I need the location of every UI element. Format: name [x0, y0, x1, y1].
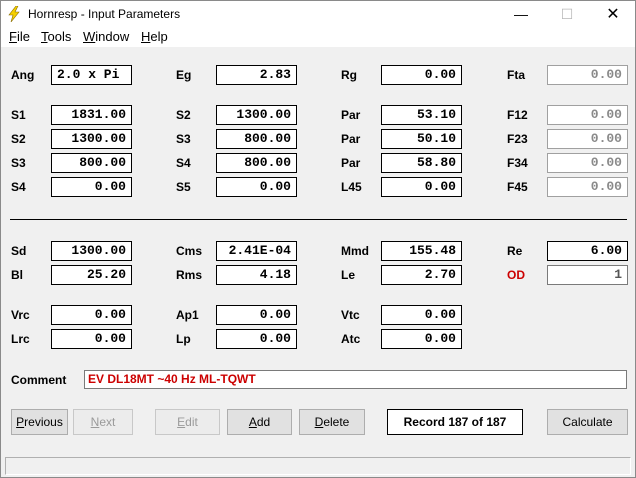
- sd-field[interactable]: 1300.00: [51, 241, 132, 261]
- label-bl: Bl: [11, 268, 23, 282]
- f34-field[interactable]: 0.00: [547, 153, 628, 173]
- f12-field[interactable]: 0.00: [547, 105, 628, 125]
- label-par-2: Par: [341, 132, 361, 146]
- minimize-icon: —: [514, 6, 528, 22]
- next-button[interactable]: Next: [73, 409, 133, 435]
- label-rg: Rg: [341, 68, 357, 82]
- label-lrc: Lrc: [11, 332, 30, 346]
- label-ang: Ang: [11, 68, 35, 82]
- le-field[interactable]: 2.70: [381, 265, 462, 285]
- status-bar: [5, 457, 631, 475]
- label-rms: Rms: [176, 268, 203, 282]
- menu-help[interactable]: Help: [141, 29, 168, 44]
- label-vtc: Vtc: [341, 308, 360, 322]
- label-s4-b: S4: [11, 180, 26, 194]
- label-f23: F23: [507, 132, 528, 146]
- label-re: Re: [507, 244, 523, 258]
- calculate-button[interactable]: Calculate: [547, 409, 628, 435]
- label-eg: Eg: [176, 68, 192, 82]
- rg-field[interactable]: 0.00: [381, 65, 462, 85]
- minimize-button[interactable]: —: [498, 1, 544, 27]
- close-icon: ✕: [606, 6, 620, 23]
- par-2-field[interactable]: 50.10: [381, 129, 462, 149]
- edit-button[interactable]: Edit: [155, 409, 220, 435]
- label-cms: Cms: [176, 244, 203, 258]
- close-button[interactable]: ✕: [590, 1, 636, 27]
- label-vrc: Vrc: [11, 308, 30, 322]
- previous-button[interactable]: Previous: [11, 409, 68, 435]
- label-par-3: Par: [341, 156, 361, 170]
- s5-field[interactable]: 0.00: [216, 177, 297, 197]
- label-mmd: Mmd: [341, 244, 369, 258]
- menu-file[interactable]: File: [9, 29, 30, 44]
- od-field[interactable]: 1: [547, 265, 628, 285]
- label-ap1: Ap1: [176, 308, 199, 322]
- add-button[interactable]: Add: [227, 409, 292, 435]
- label-fta: Fta: [507, 68, 525, 82]
- label-atc: Atc: [341, 332, 361, 346]
- vtc-field[interactable]: 0.00: [381, 305, 462, 325]
- label-s3-b: S3: [11, 156, 26, 170]
- label-f34: F34: [507, 156, 528, 170]
- ap1-field[interactable]: 0.00: [216, 305, 297, 325]
- label-s3: S3: [176, 132, 191, 146]
- eg-field[interactable]: 2.83: [216, 65, 297, 85]
- label-od: OD: [507, 268, 525, 282]
- par-3-field[interactable]: 58.80: [381, 153, 462, 173]
- s4-b-field[interactable]: 0.00: [51, 177, 132, 197]
- f45-field[interactable]: 0.00: [547, 177, 628, 197]
- title-bar[interactable]: Hornresp - Input Parameters — ☐ ✕: [1, 1, 635, 27]
- window-title: Hornresp - Input Parameters: [28, 7, 181, 21]
- ang-field[interactable]: 2.0 x Pi: [51, 65, 132, 85]
- maximize-button[interactable]: ☐: [544, 1, 590, 27]
- label-f12: F12: [507, 108, 528, 122]
- atc-field[interactable]: 0.00: [381, 329, 462, 349]
- label-s4: S4: [176, 156, 191, 170]
- s2-field[interactable]: 1300.00: [216, 105, 297, 125]
- label-s2: S2: [176, 108, 191, 122]
- label-par-1: Par: [341, 108, 361, 122]
- fta-field[interactable]: 0.00: [547, 65, 628, 85]
- main-window: Hornresp - Input Parameters — ☐ ✕ File T…: [0, 0, 636, 478]
- vrc-field[interactable]: 0.00: [51, 305, 132, 325]
- rms-field[interactable]: 4.18: [216, 265, 297, 285]
- label-comment: Comment: [11, 373, 67, 387]
- lp-field[interactable]: 0.00: [216, 329, 297, 349]
- comment-field[interactable]: EV DL18MT ~40 Hz ML-TQWT: [84, 370, 627, 389]
- label-f45: F45: [507, 180, 528, 194]
- menu-tools[interactable]: Tools: [41, 29, 71, 44]
- maximize-icon: ☐: [560, 5, 574, 22]
- menu-bar: File Tools Window Help: [1, 27, 635, 47]
- delete-button[interactable]: Delete: [299, 409, 365, 435]
- s3-field[interactable]: 800.00: [216, 129, 297, 149]
- f23-field[interactable]: 0.00: [547, 129, 628, 149]
- l45-field[interactable]: 0.00: [381, 177, 462, 197]
- s3-b-field[interactable]: 800.00: [51, 153, 132, 173]
- section-divider: [10, 219, 627, 220]
- menu-window[interactable]: Window: [83, 29, 129, 44]
- label-s5: S5: [176, 180, 191, 194]
- record-indicator: Record 187 of 187: [387, 409, 523, 435]
- s1-field[interactable]: 1831.00: [51, 105, 132, 125]
- s2-b-field[interactable]: 1300.00: [51, 129, 132, 149]
- lightning-bolt-icon: [8, 6, 20, 22]
- mmd-field[interactable]: 155.48: [381, 241, 462, 261]
- bl-field[interactable]: 25.20: [51, 265, 132, 285]
- label-sd: Sd: [11, 244, 27, 258]
- cms-field[interactable]: 2.41E-04: [216, 241, 297, 261]
- par-1-field[interactable]: 53.10: [381, 105, 462, 125]
- s4-field[interactable]: 800.00: [216, 153, 297, 173]
- label-le: Le: [341, 268, 356, 282]
- lrc-field[interactable]: 0.00: [51, 329, 132, 349]
- label-s2-b: S2: [11, 132, 26, 146]
- label-s1: S1: [11, 108, 26, 122]
- label-lp: Lp: [176, 332, 191, 346]
- re-field[interactable]: 6.00: [547, 241, 628, 261]
- label-l45: L45: [341, 180, 362, 194]
